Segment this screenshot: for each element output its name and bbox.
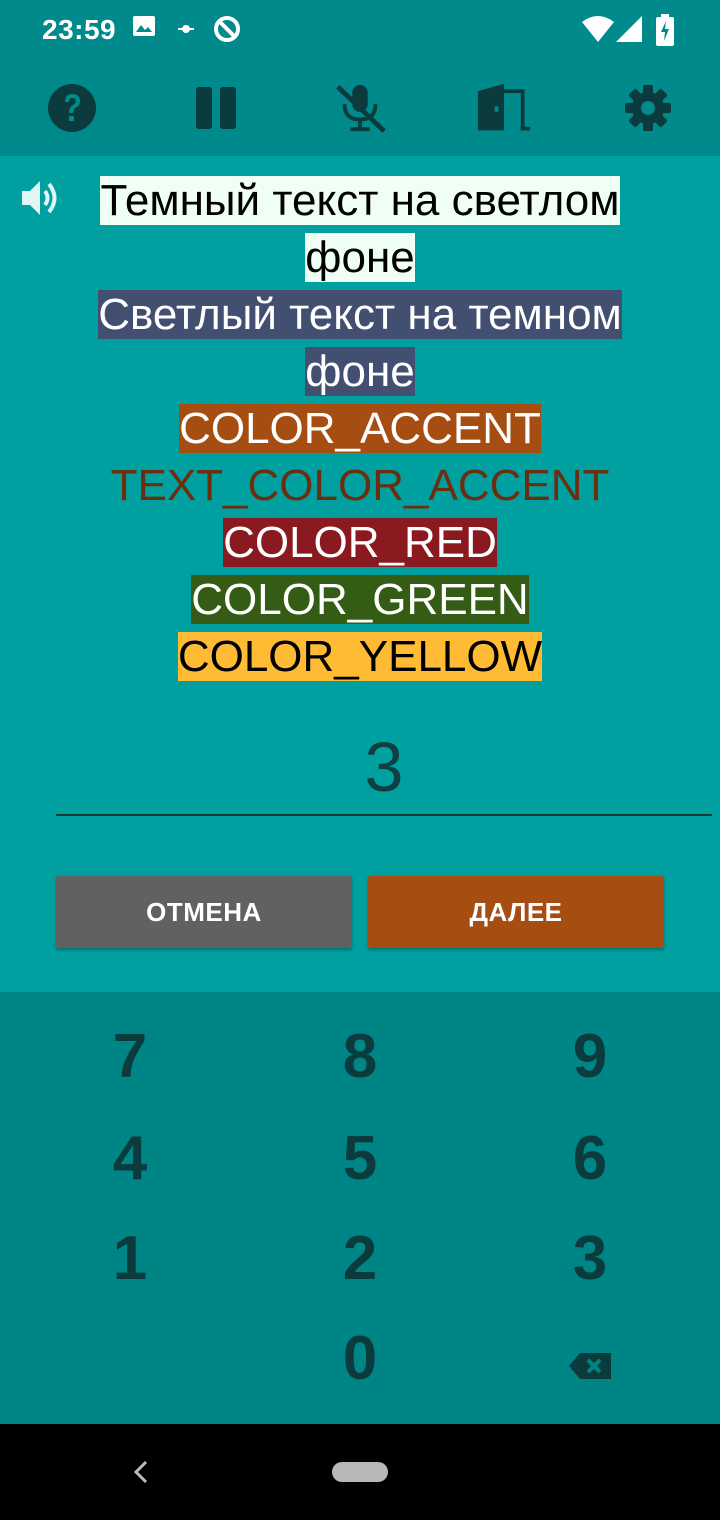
color-yellow-text: COLOR_YELLOW [177, 632, 543, 681]
help-icon [48, 84, 96, 132]
mic-off-icon [336, 84, 386, 133]
input-underline [56, 814, 712, 816]
key-3[interactable]: 3 [490, 1214, 690, 1304]
pause-button[interactable] [188, 80, 244, 136]
toolbar [0, 60, 720, 156]
wifi-icon [582, 16, 614, 47]
key-4[interactable]: 4 [30, 1114, 230, 1204]
settings-icon [625, 85, 671, 131]
status-time: 23:59 [42, 14, 117, 45]
back-icon[interactable] [128, 1452, 152, 1492]
text-color-accent-text: TEXT_COLOR_ACCENT [110, 461, 610, 510]
next-button[interactable]: ДАЛЕЕ [368, 876, 664, 948]
signal-icon [616, 16, 642, 47]
key-0[interactable]: 0 [260, 1314, 460, 1404]
image-notification-icon [132, 14, 156, 43]
content-area: Темный текст на светлом фоне Светлый тек… [0, 156, 720, 992]
help-button[interactable] [44, 80, 100, 136]
exit-door-icon [477, 83, 531, 131]
color-sample-list: Темный текст на светлом фоне Светлый тек… [70, 172, 650, 685]
numeric-keypad: 7 8 9 4 5 6 1 2 3 0 [0, 992, 720, 1424]
volume-icon [22, 181, 57, 215]
color-accent-text: COLOR_ACCENT [179, 404, 541, 453]
cancel-button[interactable]: ОТМЕНА [56, 876, 352, 948]
key-2[interactable]: 2 [260, 1214, 460, 1304]
exit-button[interactable] [476, 80, 532, 136]
color-green-text: COLOR_GREEN [191, 575, 529, 624]
home-button[interactable] [332, 1462, 388, 1482]
key-8[interactable]: 8 [260, 1012, 460, 1102]
speaker-button[interactable] [18, 176, 62, 220]
key-5[interactable]: 5 [260, 1114, 460, 1204]
settings-button[interactable] [620, 80, 676, 136]
backspace-key[interactable] [490, 1314, 690, 1404]
key-1[interactable]: 1 [30, 1214, 230, 1304]
dot-notification-icon [176, 22, 196, 40]
key-7[interactable]: 7 [30, 1012, 230, 1102]
number-input[interactable]: 3 [56, 722, 712, 816]
pause-icon [196, 87, 236, 129]
dark-on-light-text: Темный текст на светлом фоне [100, 176, 620, 282]
status-bar: 23:59 [0, 0, 720, 60]
light-on-dark-text: Светлый текст на темном фоне [98, 290, 622, 396]
key-9[interactable]: 9 [490, 1012, 690, 1102]
key-6[interactable]: 6 [490, 1114, 690, 1204]
battery-charging-icon [656, 14, 674, 51]
mute-microphone-button[interactable] [332, 80, 388, 136]
sync-off-icon [212, 14, 242, 49]
backspace-icon [569, 1353, 611, 1379]
color-red-text: COLOR_RED [223, 518, 497, 567]
